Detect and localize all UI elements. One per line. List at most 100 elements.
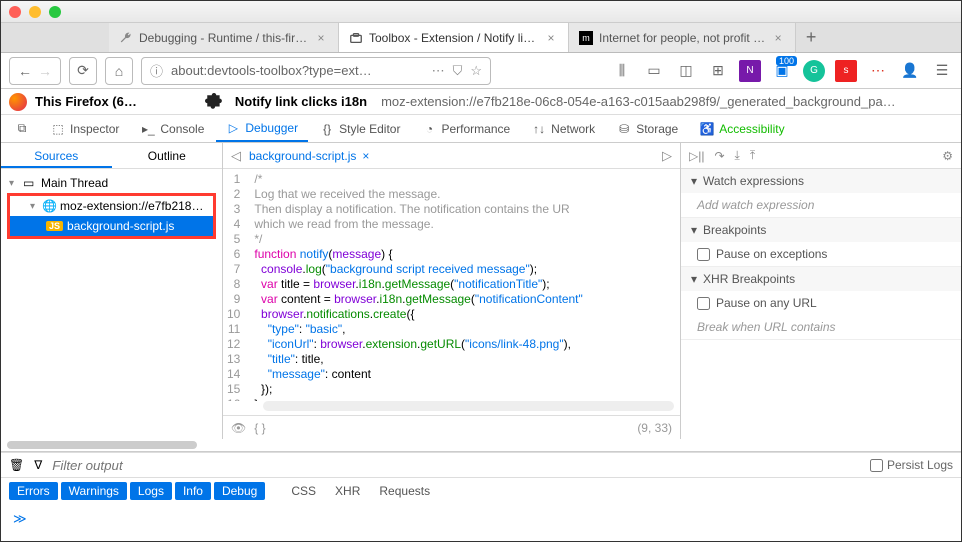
tab-accessibility[interactable]: ♿Accessibility (690, 115, 794, 142)
context-label: This Firefox (6… (35, 94, 137, 109)
close-icon[interactable]: × (771, 31, 785, 45)
bp-header[interactable]: ▾Breakpoints (681, 218, 961, 242)
watch-section: ▾Watch expressions Add watch expression (681, 169, 961, 218)
watch-input[interactable]: Add watch expression (681, 193, 961, 217)
debug-controls: ▷|| ↷ ⤓ ⤒ ⚙ (681, 143, 961, 169)
pause-url-checkbox[interactable]: Pause on any URL (697, 296, 945, 310)
tab-title: Internet for people, not profit … (599, 31, 765, 45)
window-icon: ▭ (23, 176, 37, 190)
library-icon[interactable]: ⫼ (611, 60, 633, 82)
tab-debugger[interactable]: ▷Debugger (216, 115, 308, 142)
watch-header[interactable]: ▾Watch expressions (681, 169, 961, 193)
pause-exceptions-checkbox[interactable]: Pause on exceptions (697, 247, 945, 261)
horizontal-scrollbar[interactable] (263, 401, 674, 411)
lastpass-icon[interactable]: ⋯ (867, 60, 889, 82)
tab-inspector[interactable]: ⬚Inspector (41, 115, 129, 142)
toggle-sources-icon[interactable]: ◁ (231, 148, 241, 164)
browser-tab[interactable]: Debugging - Runtime / this-fire… × (109, 23, 339, 52)
file-tab[interactable]: background-script.js × (249, 149, 369, 163)
console-area: 🗑 ∇ Persist Logs Errors Warnings Logs In… (1, 451, 961, 534)
addon-icon[interactable]: ⊞ (707, 60, 729, 82)
watch-icon[interactable]: 👁 (231, 421, 246, 435)
minimize-window[interactable] (29, 6, 41, 18)
maximize-window[interactable] (49, 6, 61, 18)
code-pane: ◁ background-script.js × ▷ 1234567891011… (223, 143, 681, 439)
console-prompt[interactable]: ≫ (1, 504, 961, 534)
tab-style-editor[interactable]: {}Style Editor (310, 115, 410, 142)
info-icon[interactable]: ⓘ (150, 61, 163, 80)
js-badge: JS (46, 221, 63, 231)
file-label: background-script.js (67, 219, 174, 233)
tab-storage[interactable]: ⛁Storage (607, 115, 688, 142)
url-text: about:devtools-toolbox?type=ext… (171, 63, 424, 78)
close-icon[interactable]: × (362, 149, 369, 163)
browser-tab-active[interactable]: Toolbox - Extension / Notify link… × (339, 23, 569, 52)
thread-label: Main Thread (41, 176, 108, 190)
firefox-icon (9, 93, 27, 111)
tab-network[interactable]: ↑↓Network (522, 115, 605, 142)
debugger-side-pane: ▷|| ↷ ⤓ ⤒ ⚙ ▾Watch expressions Add watch… (681, 143, 961, 439)
close-icon[interactable]: × (314, 31, 328, 45)
chip-info[interactable]: Info (175, 482, 211, 500)
persist-logs-checkbox[interactable]: Persist Logs (870, 458, 953, 472)
reader-icon[interactable]: ▭ (643, 60, 665, 82)
pause-icon[interactable]: ▷|| (689, 149, 704, 163)
braces-icon[interactable]: { } (254, 421, 265, 435)
shield-icon[interactable]: ⛉ (453, 63, 463, 79)
nav-back-forward[interactable]: ← → (9, 57, 61, 85)
onenote-icon[interactable]: N (739, 60, 761, 82)
browser-tab[interactable]: m Internet for people, not profit … × (569, 23, 796, 52)
badge: 100 (776, 56, 797, 66)
chip-warnings[interactable]: Warnings (61, 482, 127, 500)
close-window[interactable] (9, 6, 21, 18)
toolbar-icons: ⫼ ▭ ◫ ⊞ N ▣100 G s ⋯ 👤 ☰ (611, 60, 953, 82)
line-gutter: 1234567891011121314151617 (223, 169, 248, 401)
code-editor[interactable]: 1234567891011121314151617 /* Log that we… (223, 169, 680, 401)
menu-icon[interactable]: ☰ (931, 60, 953, 82)
trash-icon[interactable]: 🗑 (9, 458, 24, 472)
close-icon[interactable]: × (544, 31, 558, 45)
chip-xhr[interactable]: XHR (327, 482, 368, 500)
chevron-down-icon: ▾ (691, 272, 697, 286)
home-button[interactable]: ⌂ (105, 57, 133, 85)
chevron-down-icon: ▾ (691, 174, 697, 188)
tab-outline[interactable]: Outline (112, 143, 223, 168)
step-over-icon[interactable]: ↷ (714, 149, 724, 163)
extension-name: Notify link clicks i18n (235, 94, 367, 109)
more-icon[interactable]: ⋯ (432, 63, 445, 79)
url-bar[interactable]: ⓘ about:devtools-toolbox?type=ext… ⋯ ⛉ ☆ (141, 57, 491, 85)
step-out-icon[interactable]: ⤒ (750, 148, 755, 163)
chip-debug[interactable]: Debug (214, 482, 265, 500)
source-domain-row[interactable]: ▾ 🌐 moz-extension://e7fb218e-06c8… (10, 196, 213, 216)
ext-icon[interactable]: s (835, 60, 857, 82)
sources-tabs: Sources Outline (1, 143, 222, 169)
step-in-icon[interactable]: ⤓ (735, 148, 740, 163)
xhr-input[interactable]: Break when URL contains (681, 315, 961, 339)
star-icon[interactable]: ☆ (470, 63, 482, 79)
capture-icon[interactable]: ▣100 (771, 60, 793, 82)
thread-row[interactable]: ▾ ▭ Main Thread (1, 173, 222, 193)
source-file-row[interactable]: JS background-script.js (10, 216, 213, 236)
settings-icon[interactable]: ⚙ (942, 149, 953, 163)
chevron-down-icon: ▾ (9, 178, 19, 189)
iframe-picker[interactable]: ⧉ (5, 115, 39, 142)
chip-requests[interactable]: Requests (371, 482, 438, 500)
filter-input[interactable] (52, 458, 860, 473)
toggle-side-icon[interactable]: ▷ (662, 148, 672, 164)
sources-scrollbar[interactable] (1, 439, 961, 451)
back-icon[interactable]: ← (18, 63, 32, 79)
grammarly-icon[interactable]: G (803, 60, 825, 82)
tab-performance[interactable]: ◔Performance (412, 115, 520, 142)
account-icon[interactable]: 👤 (899, 60, 921, 82)
tab-sources[interactable]: Sources (1, 143, 112, 168)
forward-icon[interactable]: → (38, 63, 52, 79)
reload-button[interactable]: ⟳ (69, 57, 97, 85)
chip-css[interactable]: CSS (283, 482, 324, 500)
scrollbar-thumb[interactable] (7, 441, 197, 449)
chip-errors[interactable]: Errors (9, 482, 58, 500)
sidebar-icon[interactable]: ◫ (675, 60, 697, 82)
xhr-header[interactable]: ▾XHR Breakpoints (681, 267, 961, 291)
chip-logs[interactable]: Logs (130, 482, 172, 500)
tab-console[interactable]: ▸_Console (131, 115, 214, 142)
new-tab-button[interactable]: + (796, 23, 826, 52)
